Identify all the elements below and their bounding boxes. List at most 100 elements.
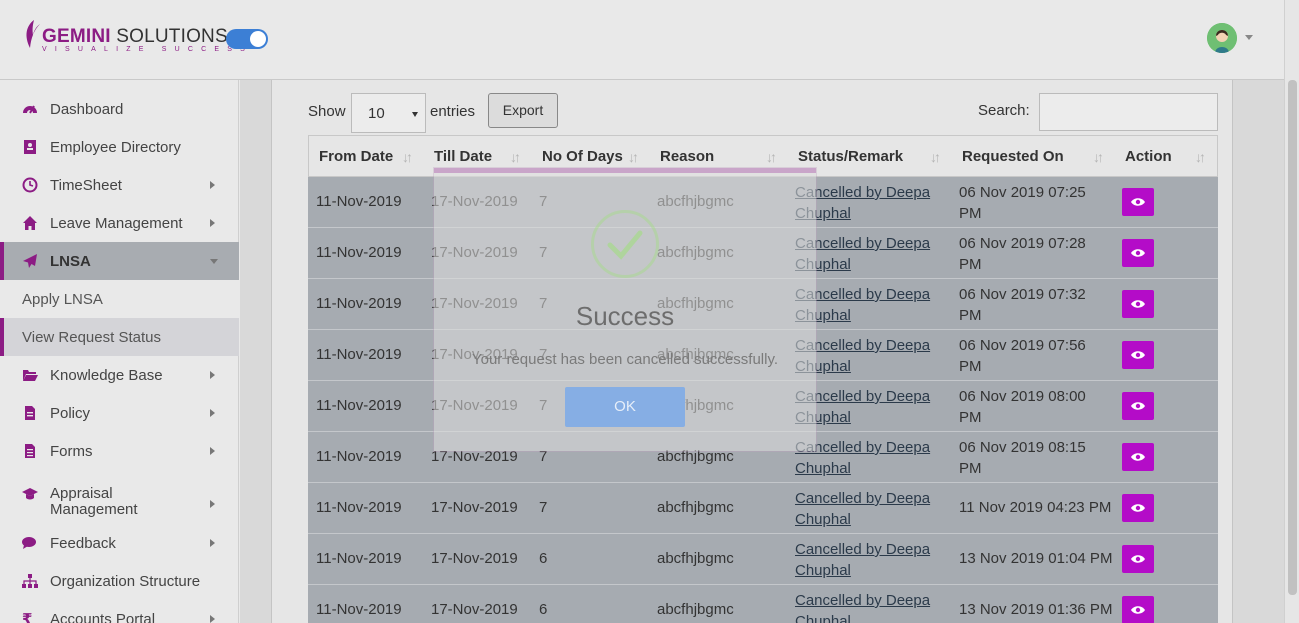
folder-open-icon: [23, 370, 38, 381]
cell-from-date: 11-Nov-2019: [316, 295, 402, 312]
sidebar-item-label: LNSA: [50, 252, 91, 270]
sidebar-item-dashboard[interactable]: Dashboard: [0, 90, 239, 128]
view-button[interactable]: [1122, 545, 1154, 573]
cell-status-remark[interactable]: Cancelled by Deepa Chuphal: [795, 488, 930, 530]
cell-requested-on: 06 Nov 2019 08:00 PM: [959, 388, 1086, 426]
logo-mark-icon: [26, 20, 40, 48]
entries-select[interactable]: 10: [351, 93, 426, 133]
sidebar-item-accounts-portal[interactable]: ₹ Accounts Portal: [0, 600, 239, 623]
dashboard-icon: [23, 105, 37, 114]
cell-status-remark[interactable]: Cancelled by Deepa Chuphal: [795, 590, 930, 623]
eye-icon: [1131, 606, 1145, 614]
sidebar-item-forms[interactable]: Forms: [0, 432, 239, 470]
cell-till-date: 17-Nov-2019: [431, 550, 518, 567]
eye-icon: [1131, 300, 1145, 308]
sidebar-subitem-apply-lnsa[interactable]: Apply LNSA: [0, 280, 239, 318]
col-status-remark[interactable]: Status/Remark: [798, 148, 903, 165]
view-button[interactable]: [1122, 290, 1154, 318]
sidebar-item-appraisal-management[interactable]: Appraisal Management: [0, 478, 239, 530]
view-button[interactable]: [1122, 443, 1154, 471]
sort-icon[interactable]: ↓↑: [1195, 149, 1206, 165]
caret-down-icon: [412, 112, 418, 117]
avatar[interactable]: [1207, 23, 1237, 53]
view-button[interactable]: [1122, 596, 1154, 623]
top-header: GEMINI SOLUTIONS VISUALIZE SUCCESS: [0, 0, 1284, 80]
sidebar-item-policy[interactable]: Policy: [0, 394, 239, 432]
gemini-logo[interactable]: GEMINI SOLUTIONS VISUALIZE SUCCESS: [22, 18, 245, 58]
logo-tagline: VISUALIZE SUCCESS: [42, 46, 253, 53]
sidebar-item-label: Appraisal Management: [50, 485, 138, 518]
view-button[interactable]: [1122, 239, 1154, 267]
sidebar-item-label: Leave Management: [50, 214, 183, 232]
cell-status-remark[interactable]: Cancelled by Deepa Chuphal: [795, 539, 930, 581]
cell-no-of-days: 7: [539, 499, 548, 516]
sort-icon[interactable]: ↓↑: [766, 149, 777, 165]
success-dialog: Success Your request has been cancelled …: [434, 168, 816, 451]
sidebar-item-feedback[interactable]: Feedback: [0, 524, 239, 562]
search-input[interactable]: [1039, 93, 1218, 131]
eye-icon: [1131, 453, 1145, 461]
view-button[interactable]: [1122, 188, 1154, 216]
sort-icon[interactable]: ↓↑: [402, 149, 413, 165]
eye-icon: [1131, 555, 1145, 563]
col-no-of-days[interactable]: No Of Days: [542, 148, 623, 165]
cell-till-date: 17-Nov-2019: [431, 499, 518, 516]
avatar-dropdown-caret-icon[interactable]: [1245, 35, 1253, 40]
chevron-right-icon: [210, 615, 215, 623]
cell-from-date: 11-Nov-2019: [316, 601, 402, 618]
ok-button[interactable]: OK: [565, 387, 685, 427]
sidebar-item-organization-structure[interactable]: Organization Structure: [0, 562, 239, 600]
sidebar-item-label: Accounts Portal: [50, 610, 156, 623]
table-row: 11-Nov-2019 17-Nov-2019 6 abcfhjbgmc Cancell…: [308, 534, 1218, 585]
sidebar-subitem-view-request-status[interactable]: View Request Status: [0, 318, 239, 356]
eye-icon: [1131, 198, 1145, 206]
cell-till-date: 17-Nov-2019: [431, 601, 518, 618]
scrollbar-thumb[interactable]: [1288, 80, 1297, 595]
entries-select-value: 10: [368, 105, 385, 122]
cell-no-of-days: 6: [539, 550, 548, 567]
cell-from-date: 11-Nov-2019: [316, 346, 402, 363]
sidebar-item-label: Feedback: [50, 534, 116, 552]
cell-requested-on: 06 Nov 2019 07:56 PM: [959, 337, 1086, 375]
rupee-icon: ₹: [22, 611, 33, 623]
sidebar-item-label: Knowledge Base: [50, 366, 163, 384]
page-scrollbar[interactable]: [1284, 0, 1299, 623]
sort-icon[interactable]: ↓↑: [1093, 149, 1104, 165]
sidebar-item-knowledge-base[interactable]: Knowledge Base: [0, 356, 239, 394]
cell-from-date: 11-Nov-2019: [316, 397, 402, 414]
cell-requested-on: 06 Nov 2019 07:25 PM: [959, 184, 1086, 222]
cell-from-date: 11-Nov-2019: [316, 448, 402, 465]
cell-requested-on: 06 Nov 2019 07:28 PM: [959, 235, 1086, 273]
sidebar-item-label: Employee Directory: [50, 138, 181, 156]
sidebar-item-label: Dashboard: [50, 100, 124, 118]
col-from-date[interactable]: From Date: [319, 148, 393, 165]
cell-reason: abcfhjbgmc: [657, 499, 734, 516]
cell-requested-on: 13 Nov 2019 01:36 PM: [959, 601, 1113, 618]
chevron-right-icon: [210, 181, 215, 189]
col-action[interactable]: Action: [1125, 148, 1172, 165]
eye-icon: [1131, 504, 1145, 512]
sidebar-item-lnsa[interactable]: LNSA: [0, 242, 239, 280]
view-button[interactable]: [1122, 392, 1154, 420]
view-button[interactable]: [1122, 494, 1154, 522]
sort-icon[interactable]: ↓↑: [628, 149, 639, 165]
file-icon: [25, 406, 35, 420]
sort-icon[interactable]: ↓↑: [510, 149, 521, 165]
sidebar-item-timesheet[interactable]: TimeSheet: [0, 166, 239, 204]
success-check-icon: [591, 210, 659, 278]
chevron-right-icon: [210, 409, 215, 417]
export-button[interactable]: Export: [488, 93, 558, 128]
chevron-down-icon: [210, 259, 218, 264]
sidebar-subitem-label: Apply LNSA: [22, 291, 103, 308]
sidebar-item-leave-management[interactable]: Leave Management: [0, 204, 239, 242]
col-till-date[interactable]: Till Date: [434, 148, 492, 165]
user-avatar-icon: [1207, 23, 1237, 53]
col-reason[interactable]: Reason: [660, 148, 714, 165]
cell-reason: abcfhjbgmc: [657, 550, 734, 567]
sidebar-item-employee-directory[interactable]: Employee Directory: [0, 128, 239, 166]
view-button[interactable]: [1122, 341, 1154, 369]
col-requested-on[interactable]: Requested On: [962, 148, 1064, 165]
sort-icon[interactable]: ↓↑: [930, 149, 941, 165]
theme-toggle[interactable]: [226, 29, 268, 49]
cell-from-date: 11-Nov-2019: [316, 550, 402, 567]
